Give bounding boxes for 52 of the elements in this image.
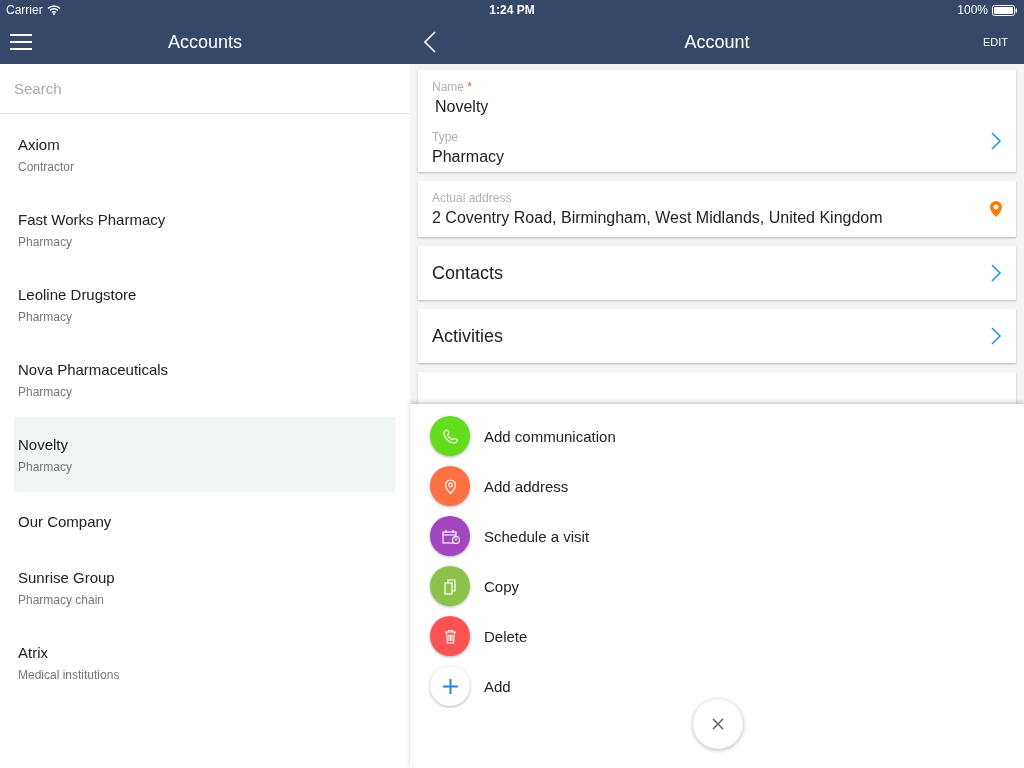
status-time: 1:24 PM (488, 3, 536, 17)
account-item[interactable]: Novelty Pharmacy (14, 417, 395, 492)
field-label: Actual address (432, 191, 513, 205)
nav-title: Account (684, 31, 750, 53)
nav-title: Accounts (167, 31, 242, 53)
account-item[interactable]: Axiom Contractor (14, 117, 395, 192)
account-name: Novelty (18, 435, 70, 453)
account-item[interactable]: Leoline Drugstore Pharmacy (14, 267, 395, 342)
section-row[interactable]: Contacts (418, 246, 1016, 300)
action-item[interactable]: Add address (430, 466, 569, 506)
account-type: Pharmacy (18, 234, 74, 249)
wifi-icon (46, 5, 61, 15)
chevron-right-icon (990, 327, 1002, 345)
section-row[interactable]: Activities (418, 309, 1016, 363)
account-item[interactable]: Our Company (14, 492, 395, 550)
edit-button[interactable]: EDIT (980, 34, 1010, 50)
chevron-right-icon (990, 264, 1002, 282)
account-item[interactable]: Fast Works Pharmacy Pharmacy (14, 192, 395, 267)
account-type: Pharmacy (18, 384, 74, 399)
battery-icon (992, 4, 1018, 16)
action-item[interactable]: Copy (430, 566, 520, 606)
account-name: Our Company (18, 512, 113, 530)
menu-icon (10, 34, 32, 50)
field-label: Type (432, 130, 459, 144)
account-type: Medical institutions (18, 667, 121, 682)
account-item[interactable]: Atrix Medical institutions (14, 625, 395, 700)
account-name: Fast Works Pharmacy (18, 210, 167, 228)
account-item[interactable]: Nova Pharmaceuticals Pharmacy (14, 342, 395, 417)
close-icon (712, 718, 724, 730)
account-name: Atrix (18, 643, 49, 661)
address-value: 2 Coventry Road, Birmingham, West Midlands, United Kingdom (432, 209, 883, 227)
type-value: Pharmacy (432, 148, 505, 166)
account-type: Contractor (18, 159, 76, 174)
action-item[interactable]: Add communication (430, 416, 616, 456)
action-item[interactable]: Add (430, 666, 511, 706)
account-type: Pharmacy (18, 309, 74, 324)
battery-percent: 100% (957, 3, 988, 17)
account-name: Nova Pharmaceuticals (18, 360, 170, 378)
field-label: Name * (432, 80, 473, 94)
action-item[interactable]: Schedule a visit (430, 516, 590, 556)
carrier-name: Carrier (6, 3, 43, 17)
account-name: Axiom (18, 135, 61, 153)
back-icon (424, 31, 436, 53)
account-item[interactable]: Sunrise Group Pharmacy chain (14, 550, 395, 625)
location-pin-icon (990, 201, 1002, 217)
account-type: Pharmacy (18, 459, 74, 474)
account-name: Leoline Drugstore (18, 285, 138, 303)
name-value: Novelty (434, 98, 490, 116)
account-name: Sunrise Group (18, 568, 116, 586)
chevron-right-icon (990, 132, 1002, 150)
action-item[interactable]: Delete (430, 616, 528, 656)
account-type: Pharmacy chain (18, 592, 106, 607)
